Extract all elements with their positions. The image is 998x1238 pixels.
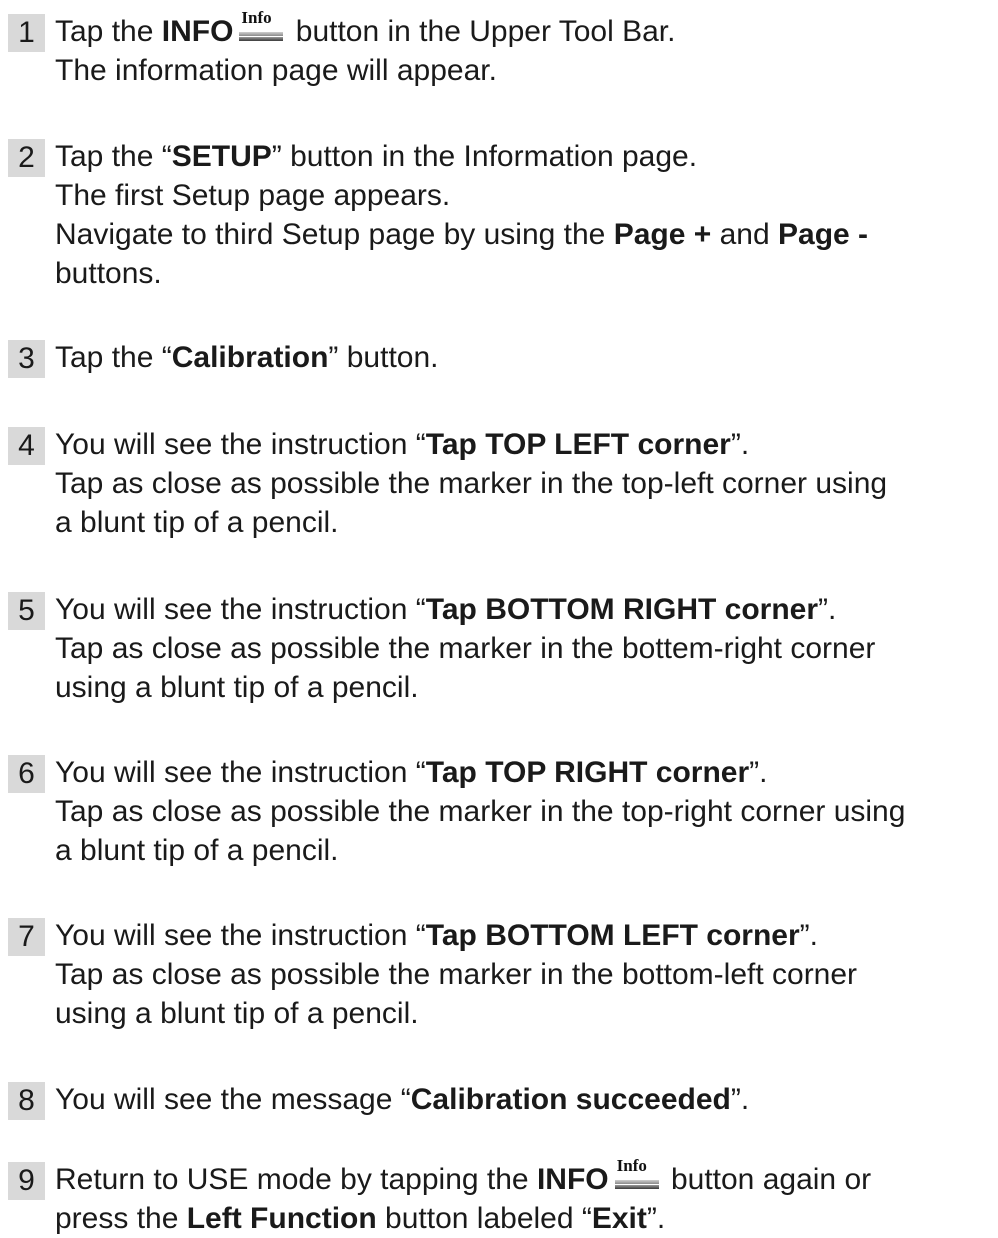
- step-line: You will see the message “Calibration su…: [55, 1083, 750, 1116]
- step-number: 2: [8, 139, 45, 177]
- step-number: 4: [8, 427, 45, 465]
- step-line: Tap the “Calibration” button.: [55, 341, 439, 374]
- step-line: Tap the “SETUP” button in the Informatio…: [55, 140, 698, 173]
- step-4: 4 You will see the instruction “Tap TOP …: [8, 425, 988, 542]
- info-button-icon: Info: [239, 8, 284, 44]
- step-number: 8: [8, 1082, 45, 1120]
- step-line: The information page will appear.: [55, 54, 497, 87]
- step-number: 3: [8, 340, 45, 378]
- step-number: 7: [8, 918, 45, 956]
- step-3: 3 Tap the “Calibration” button.: [8, 338, 988, 378]
- step-number: 1: [8, 14, 45, 52]
- step-line: You will see the instruction “Tap BOTTOM…: [55, 593, 837, 626]
- step-line: press the Left Function button labeled “…: [55, 1202, 666, 1235]
- step-1: 1 Tap the INFO Info button in the Upper T…: [8, 8, 988, 90]
- step-line: Tap as close as possible the marker in t…: [55, 795, 906, 828]
- step-9: 9 Return to USE mode by tapping the INFO…: [8, 1156, 988, 1238]
- step-line: Tap as close as possible the marker in t…: [55, 467, 888, 500]
- step-7: 7 You will see the instruction “Tap BOTT…: [8, 916, 988, 1033]
- step-line: using a blunt tip of a pencil.: [55, 997, 419, 1030]
- step-number: 5: [8, 592, 45, 630]
- step-line: You will see the instruction “Tap TOP LE…: [55, 428, 750, 461]
- step-line: Tap the INFO Info button in the Upper Too…: [55, 8, 676, 48]
- step-8: 8 You will see the message “Calibration …: [8, 1080, 988, 1120]
- step-line: a blunt tip of a pencil.: [55, 506, 339, 539]
- step-2: 2 Tap the “SETUP” button in the Informat…: [8, 137, 988, 293]
- step-line: You will see the instruction “Tap TOP RI…: [55, 756, 768, 789]
- step-line: Return to USE mode by tapping the INFO In…: [55, 1156, 872, 1196]
- step-line: You will see the instruction “Tap BOTTOM…: [55, 919, 818, 952]
- step-line: Navigate to third Setup page by using th…: [55, 218, 869, 251]
- step-line: buttons.: [55, 257, 162, 290]
- step-line: Tap as close as possible the marker in t…: [55, 958, 858, 991]
- step-number: 9: [8, 1162, 45, 1200]
- step-line: a blunt tip of a pencil.: [55, 834, 339, 867]
- step-5: 5 You will see the instruction “Tap BOTT…: [8, 590, 988, 707]
- step-6: 6 You will see the instruction “Tap TOP …: [8, 753, 988, 870]
- step-number: 6: [8, 755, 45, 793]
- info-button-icon: Info: [614, 1156, 659, 1192]
- step-line: The first Setup page appears.: [55, 179, 451, 212]
- step-line: Tap as close as possible the marker in t…: [55, 632, 876, 665]
- step-line: using a blunt tip of a pencil.: [55, 671, 419, 704]
